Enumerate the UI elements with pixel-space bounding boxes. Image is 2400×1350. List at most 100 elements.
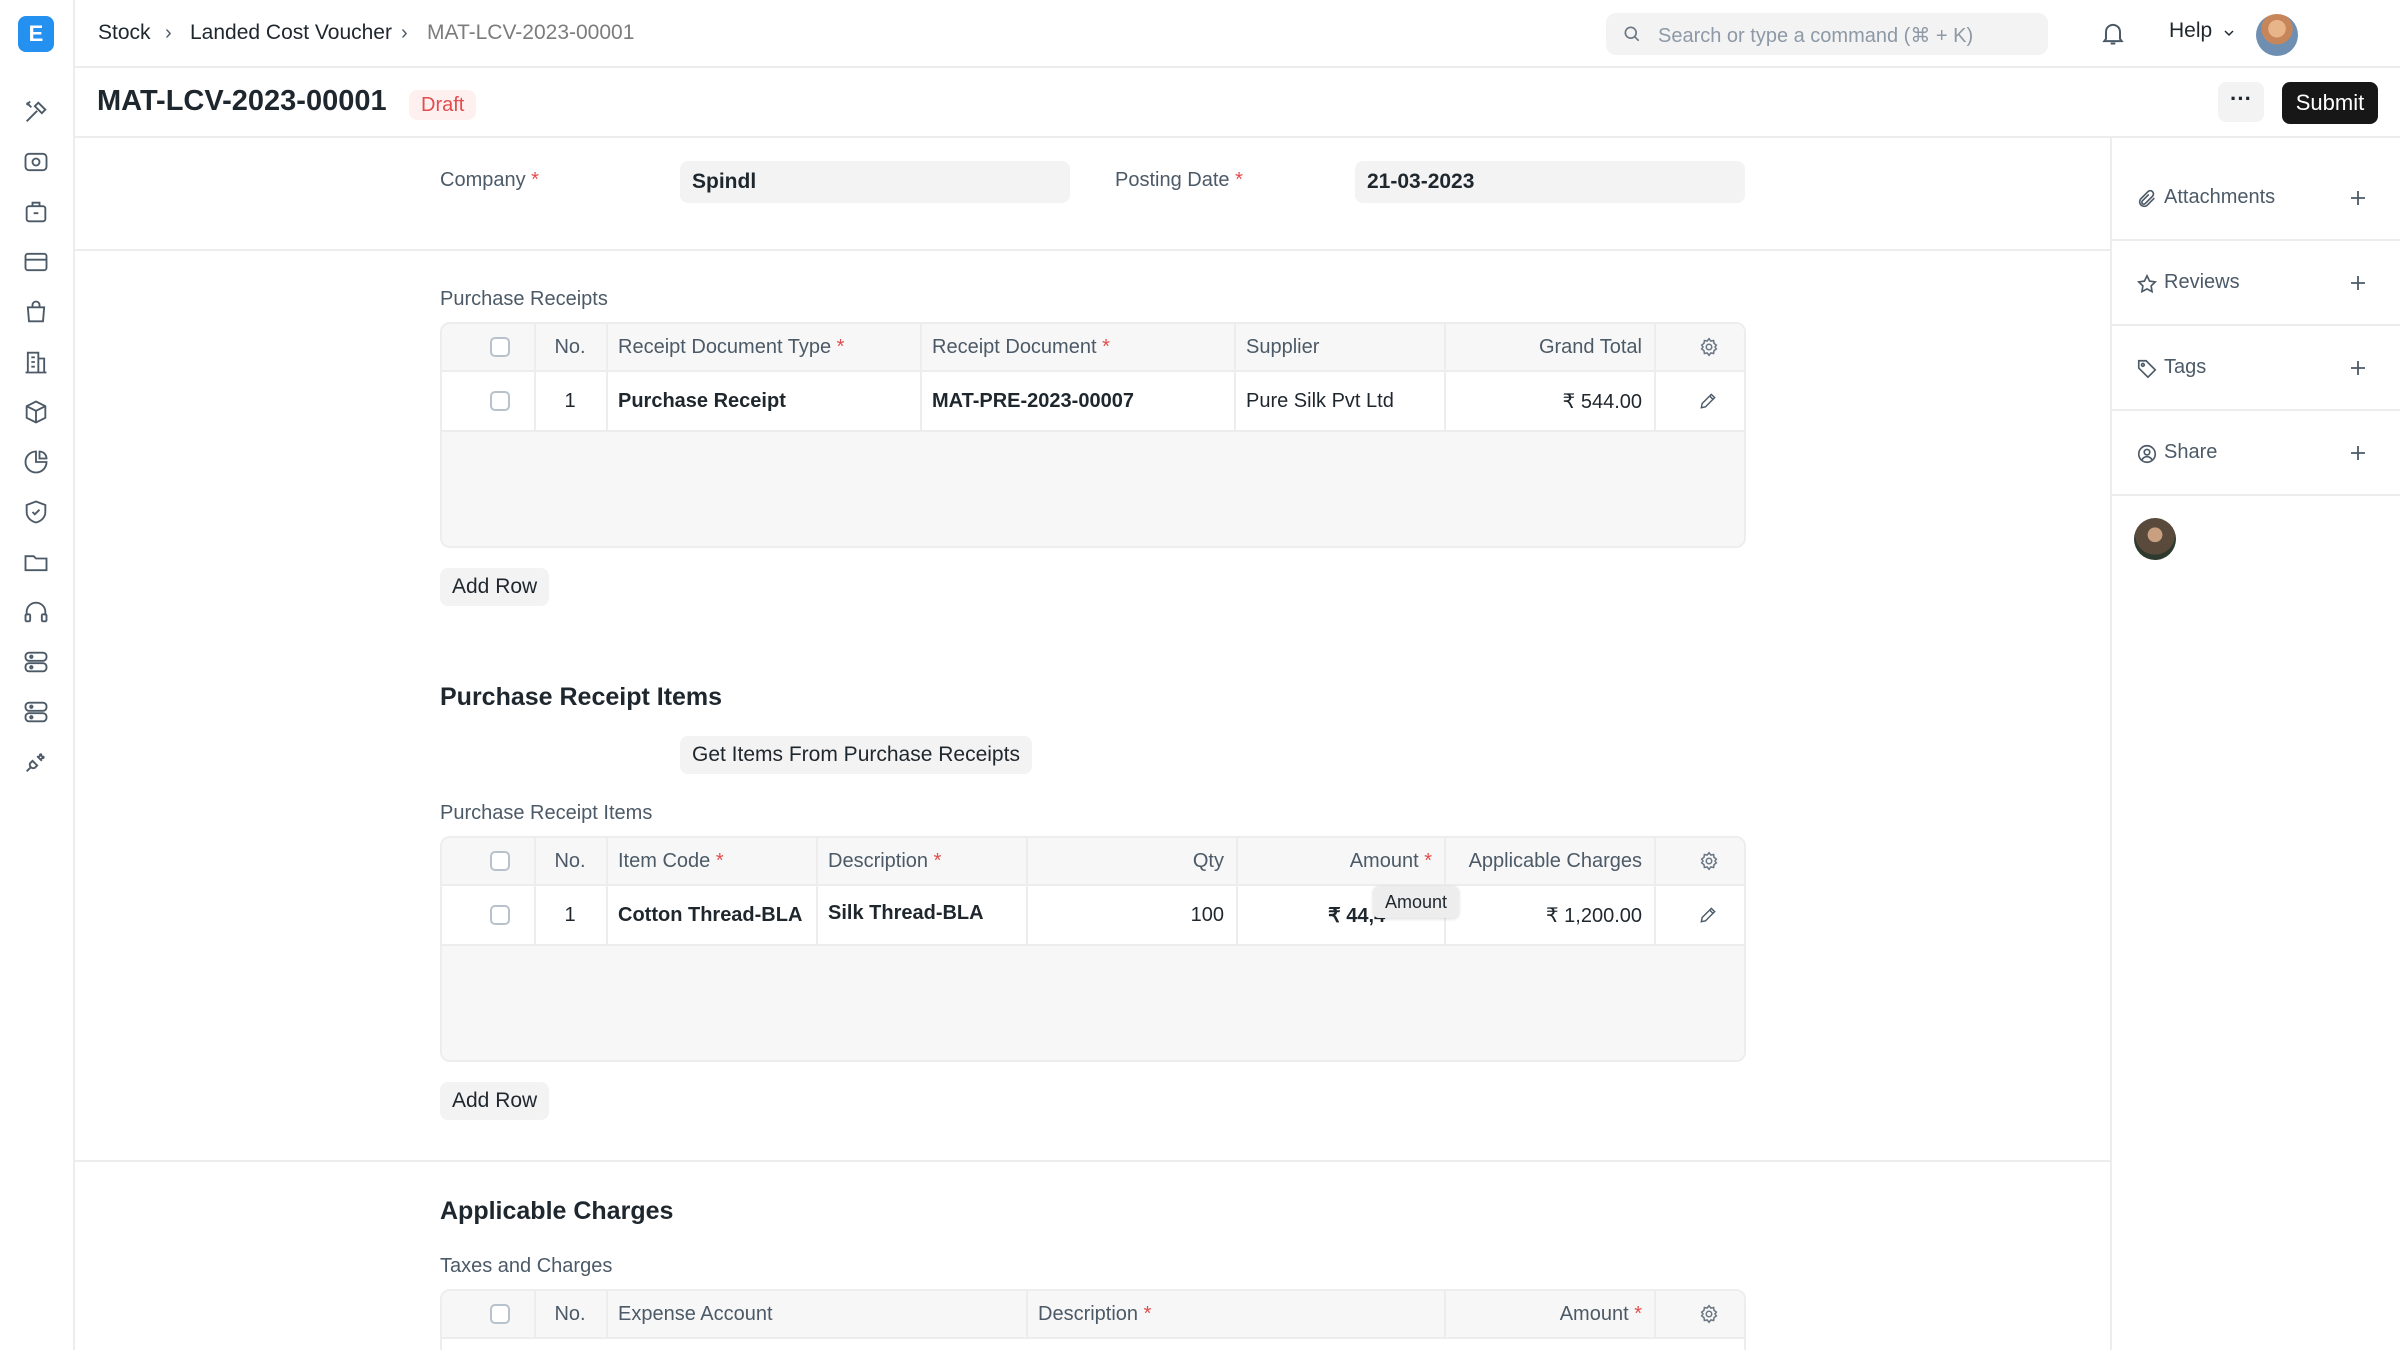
tag-icon	[2136, 358, 2158, 380]
sidebar-item-tags[interactable]: Tags	[2112, 326, 2400, 411]
col-description: Description *	[1038, 1302, 1152, 1325]
breadcrumb-landed-cost-voucher[interactable]: Landed Cost Voucher	[190, 21, 392, 45]
column-settings-gear-icon[interactable]	[1698, 336, 1720, 358]
header-divider	[75, 136, 2400, 138]
col-receipt-document-type: Receipt Document Type *	[618, 335, 845, 358]
row-checkbox[interactable]	[490, 391, 510, 411]
applicable-charges-cell[interactable]: ₹ 1,200.00	[1444, 886, 1654, 944]
item-code-cell[interactable]: Cotton Thread-BLA	[606, 886, 814, 944]
grand-total-cell[interactable]: ₹ 544.00	[1444, 372, 1654, 430]
breadcrumb-separator-icon: ›	[401, 22, 408, 44]
submit-button[interactable]: Submit	[2282, 82, 2378, 124]
col-supplier: Supplier	[1246, 335, 1320, 358]
taxes-and-charges-label: Taxes and Charges	[440, 1255, 613, 1277]
briefcase-icon[interactable]	[22, 198, 50, 226]
table-row[interactable]: 1 Purchase Receipt MAT-PRE-2023-00007 Pu…	[442, 372, 1744, 432]
database-icon[interactable]	[22, 698, 50, 726]
share-icon	[2136, 443, 2158, 465]
plug-icon[interactable]	[22, 748, 50, 776]
help-menu[interactable]: Help	[2169, 19, 2212, 43]
section-title-purchase-receipt-items: Purchase Receipt Items	[440, 683, 723, 711]
breadcrumb-current: MAT-LCV-2023-00001	[427, 21, 635, 44]
purchase-receipt-items-label: Purchase Receipt Items	[440, 802, 653, 824]
qty-cell[interactable]: 100	[1026, 886, 1236, 944]
col-no: No.	[554, 849, 586, 872]
folder-icon[interactable]	[22, 548, 50, 576]
supplier-cell[interactable]: Pure Silk Pvt Ltd	[1234, 372, 1406, 430]
search-input[interactable]: Search or type a command (⌘ + K)	[1606, 13, 2048, 55]
headset-icon[interactable]	[22, 598, 50, 626]
posting-date-label: Posting Date *	[1115, 169, 1243, 191]
sidebar-item-label: Reviews	[2164, 271, 2240, 293]
table-empty-area	[442, 432, 1744, 546]
col-amount: Amount *	[1559, 1302, 1642, 1325]
amount-tooltip: Amount	[1373, 886, 1460, 918]
eye-icon[interactable]	[22, 148, 50, 176]
shield-icon[interactable]	[22, 498, 50, 526]
table-header: No. Item Code * Description * Qty Amount…	[442, 838, 1744, 886]
edit-row-pencil-icon[interactable]	[1698, 391, 1718, 411]
star-icon	[2136, 273, 2158, 295]
add-tag-plus-icon[interactable]	[2346, 356, 2370, 380]
server-icon[interactable]	[22, 648, 50, 676]
col-grand-total: Grand Total	[1538, 335, 1642, 358]
add-row-button[interactable]: Add Row	[440, 1082, 550, 1120]
pie-chart-icon[interactable]	[22, 448, 50, 476]
select-all-checkbox[interactable]	[490, 1304, 510, 1324]
section-divider	[75, 1160, 2110, 1162]
posting-date-field[interactable]: 21-03-2023	[1355, 161, 1745, 203]
add-share-plus-icon[interactable]	[2346, 441, 2370, 465]
add-attachment-plus-icon[interactable]	[2346, 186, 2370, 210]
card-icon[interactable]	[22, 248, 50, 276]
owner-avatar[interactable]	[2134, 518, 2176, 560]
company-field[interactable]: Spindl	[680, 161, 1070, 203]
section-divider	[75, 249, 2110, 251]
col-applicable-charges: Applicable Charges	[1468, 849, 1642, 872]
breadcrumb-stock[interactable]: Stock	[98, 21, 151, 45]
chevron-down-icon[interactable]	[2221, 25, 2237, 41]
purchase-receipt-items-table: No. Item Code * Description * Qty Amount…	[440, 836, 1746, 1062]
table-empty-area	[442, 946, 1744, 1060]
tools-icon[interactable]	[22, 98, 50, 126]
add-row-button[interactable]: Add Row	[440, 568, 550, 606]
col-expense-account: Expense Account	[618, 1302, 773, 1325]
column-settings-gear-icon[interactable]	[1698, 850, 1720, 872]
select-all-checkbox[interactable]	[490, 337, 510, 357]
receipt-document-cell[interactable]: MAT-PRE-2023-00007	[920, 372, 1146, 430]
add-review-plus-icon[interactable]	[2346, 271, 2370, 295]
section-title-applicable-charges: Applicable Charges	[440, 1197, 674, 1225]
user-avatar[interactable]	[2256, 14, 2298, 56]
col-item-code: Item Code *	[618, 849, 724, 872]
more-actions-button[interactable]: ···	[2218, 82, 2264, 122]
edit-row-pencil-icon[interactable]	[1698, 905, 1718, 925]
description-cell[interactable]: Silk Thread-BLA	[816, 886, 996, 944]
notification-bell-icon[interactable]	[2099, 19, 2127, 47]
box-icon[interactable]	[22, 398, 50, 426]
select-all-checkbox[interactable]	[490, 851, 510, 871]
col-qty: Qty	[1192, 849, 1224, 872]
taxes-and-charges-table: No. Expense Account Description * Amount…	[440, 1289, 1746, 1350]
purchase-receipts-label: Purchase Receipts	[440, 288, 608, 310]
shopping-bag-icon[interactable]	[22, 298, 50, 326]
sidebar-item-share[interactable]: Share	[2112, 411, 2400, 496]
col-no: No.	[554, 335, 586, 358]
row-checkbox[interactable]	[490, 905, 510, 925]
left-icon-rail: E	[0, 0, 75, 1350]
row-no: 1	[564, 903, 576, 926]
purchase-receipts-table: No. Receipt Document Type * Receipt Docu…	[440, 322, 1746, 548]
table-row[interactable]: 1 Cotton Thread-BLA Silk Thread-BLA 100 …	[442, 886, 1744, 946]
sidebar-item-reviews[interactable]: Reviews	[2112, 241, 2400, 326]
col-receipt-document: Receipt Document *	[932, 335, 1110, 358]
row-no: 1	[564, 389, 576, 412]
get-items-from-purchase-receipts-button[interactable]: Get Items From Purchase Receipts	[680, 736, 1032, 774]
sidebar-item-label: Tags	[2164, 356, 2207, 378]
col-no: No.	[554, 1302, 586, 1325]
column-settings-gear-icon[interactable]	[1698, 1303, 1720, 1325]
app-logo[interactable]: E	[18, 16, 54, 52]
page-title: MAT-LCV-2023-00001	[97, 85, 387, 117]
paperclip-icon	[2136, 188, 2158, 210]
search-icon	[1622, 24, 1642, 44]
receipt-document-type-cell[interactable]: Purchase Receipt	[606, 372, 798, 430]
building-icon[interactable]	[22, 348, 50, 376]
sidebar-item-attachments[interactable]: Attachments	[2112, 156, 2400, 241]
